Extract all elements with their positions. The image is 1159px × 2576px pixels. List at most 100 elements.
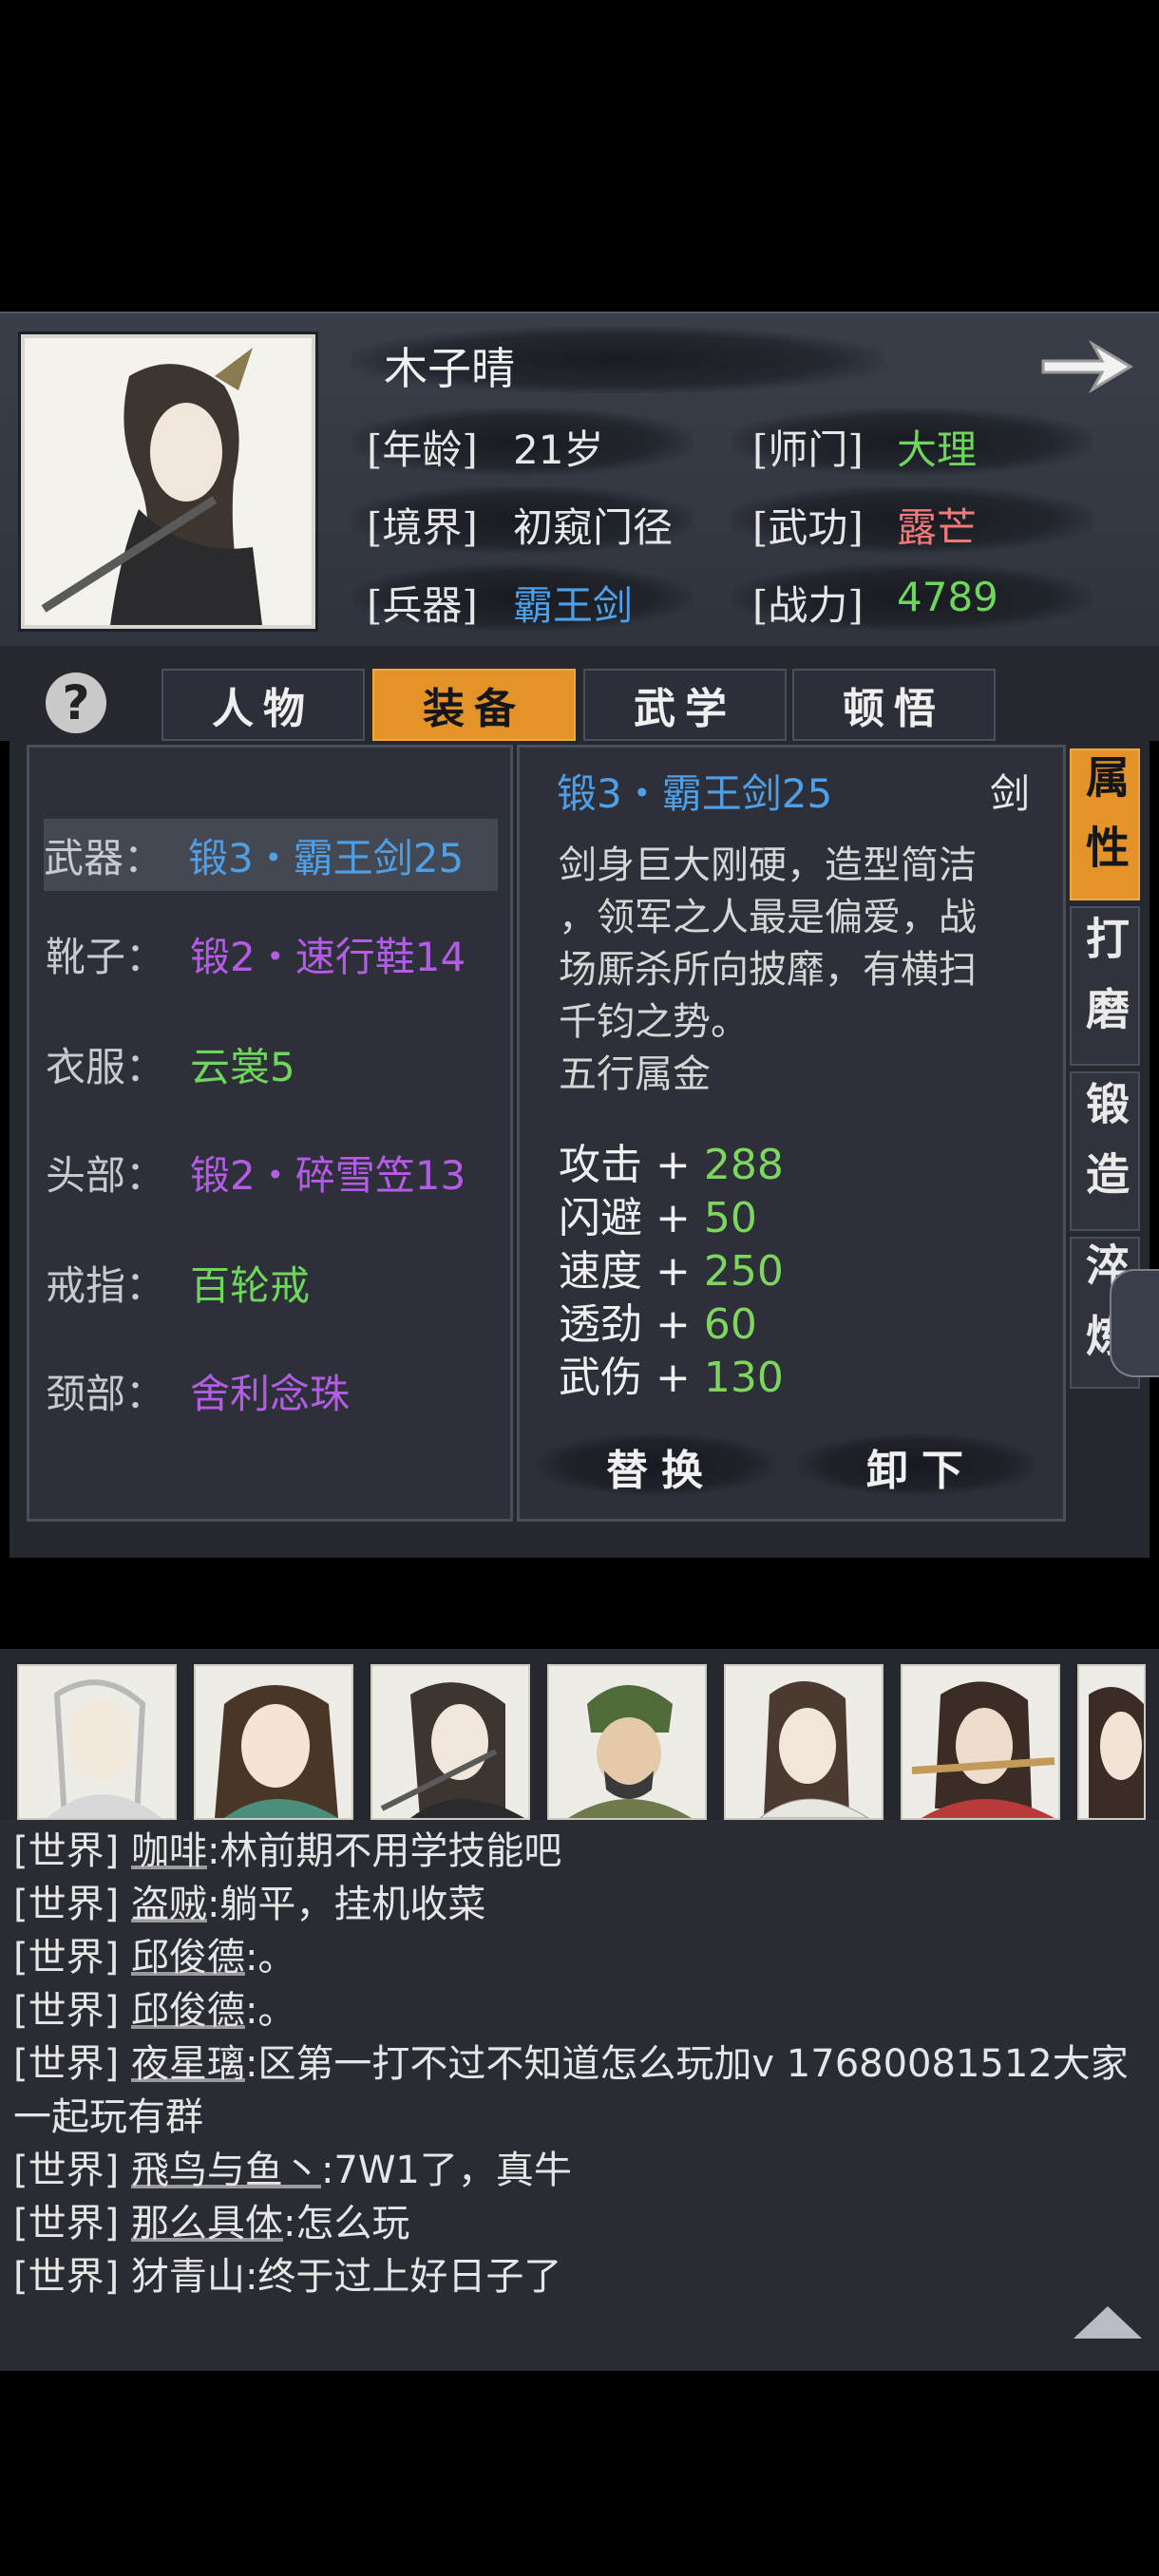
item-title: 锻3・霸王剑25 xyxy=(557,770,833,817)
slot-label: 靴子： xyxy=(46,933,166,980)
stat-evasion: 闪避 + 50 xyxy=(559,1184,757,1244)
slot-label: 头部： xyxy=(46,1151,166,1199)
slot-neck[interactable]: 颈部： 舍利念珠 xyxy=(46,1354,500,1427)
realm-value: 初窥门径 xyxy=(513,504,674,551)
chat-text: :7W1了，真牛 xyxy=(320,2149,572,2192)
slot-item: 舍利念珠 xyxy=(190,1370,351,1417)
slot-label: 戒指： xyxy=(46,1261,166,1309)
chat-message: [世界] 犲青山:终于过上好日子了 xyxy=(13,2245,561,2301)
slot-weapon[interactable]: 武器： 锻3・霸王剑25 xyxy=(44,819,498,891)
sect-value: 大理 xyxy=(897,426,978,473)
chat-message: [世界] 飛鸟与鱼丶:7W1了，真牛 xyxy=(13,2139,572,2194)
tab-equipment[interactable]: 装备 xyxy=(372,669,576,741)
chat-username[interactable]: 飛鸟与鱼丶 xyxy=(131,2149,321,2192)
age-label: [年龄] xyxy=(367,426,478,473)
chat-message: [世界] 盗贼:躺平，挂机收菜 xyxy=(13,1873,485,1928)
weapon-value: 霸王剑 xyxy=(513,582,634,629)
slot-item: 锻2・速行鞋14 xyxy=(190,933,466,980)
stat-value: 50 xyxy=(703,1194,757,1242)
party-avatar[interactable] xyxy=(547,1664,707,1820)
side-tab-label: 锻造 xyxy=(1079,1081,1130,1222)
stat-martial-damage: 武伤 + 130 xyxy=(559,1343,784,1404)
side-tab-attributes[interactable]: 属性 xyxy=(1070,748,1140,900)
stat-name: 透劲 xyxy=(559,1300,642,1349)
floating-widget-icon[interactable] xyxy=(1110,1269,1159,1377)
replace-button[interactable]: 替换 xyxy=(538,1429,785,1505)
chat-text: :怎么玩 xyxy=(282,2202,410,2245)
help-icon[interactable]: ? xyxy=(46,672,106,733)
chat-text: :区第一打不过不知道怎么玩加v 17680081512大家 xyxy=(244,2042,1129,2086)
scroll-up-icon[interactable] xyxy=(1074,2306,1142,2339)
slot-label: 武器： xyxy=(44,834,164,881)
chat-username[interactable]: 那么具体 xyxy=(131,2202,283,2245)
stat-plus: + xyxy=(656,1141,691,1189)
description-line: 剑身巨大刚硬，造型简洁 xyxy=(559,843,977,887)
stat-plus: + xyxy=(656,1194,691,1242)
chat-text: :躺平，挂机收菜 xyxy=(206,1883,486,1926)
chat-text: :终于过上好日子了 xyxy=(244,2255,562,2299)
stat-plus: + xyxy=(656,1300,691,1349)
stat-penetration: 透劲 + 60 xyxy=(559,1290,757,1351)
martial-label: [武功] xyxy=(752,504,864,551)
side-tab-label: 属性 xyxy=(1079,754,1130,895)
chat-channel: [世界] xyxy=(13,1936,120,1979)
chat-message: [世界] 夜星璃:区第一打不过不知道怎么玩加v 17680081512大家 xyxy=(13,2033,1129,2088)
slot-label: 颈部： xyxy=(46,1370,166,1417)
slot-item: 云裳5 xyxy=(190,1043,295,1090)
slot-item: 百轮戒 xyxy=(190,1261,311,1309)
chat-channel: [世界] xyxy=(13,2042,120,2086)
chat-username[interactable]: 夜星璃 xyxy=(131,2042,245,2086)
chat-channel: [世界] xyxy=(13,2149,120,2192)
stat-plus: + xyxy=(656,1247,691,1296)
party-avatar[interactable] xyxy=(370,1664,530,1820)
stat-name: 攻击 xyxy=(559,1141,642,1189)
slot-boots[interactable]: 靴子： 锻2・速行鞋14 xyxy=(46,918,500,990)
party-avatar[interactable] xyxy=(724,1664,884,1820)
item-description: 剑身巨大刚硬，造型简洁 ，领军之人最是偏爱，战 场厮杀所向披靡，有横扫 千钧之势… xyxy=(559,840,1034,1101)
chat-username[interactable]: 咖啡 xyxy=(131,1829,207,1873)
chat-message: [世界] 邱俊德:。 xyxy=(13,1926,295,1981)
slot-clothes[interactable]: 衣服： 云裳5 xyxy=(46,1028,500,1100)
chat-username[interactable]: 邱俊德 xyxy=(131,1936,245,1979)
party-avatar[interactable] xyxy=(17,1664,177,1820)
tab-enlightenment[interactable]: 顿悟 xyxy=(792,669,996,741)
stat-name: 速度 xyxy=(559,1247,642,1296)
chat-channel: [世界] xyxy=(13,1829,120,1873)
weapon-label: [兵器] xyxy=(367,582,478,629)
tab-character[interactable]: 人物 xyxy=(162,669,365,741)
slot-ring[interactable]: 戒指： 百轮戒 xyxy=(46,1246,500,1318)
chat-channel: [世界] xyxy=(13,1883,120,1926)
stat-value: 288 xyxy=(703,1141,784,1189)
character-portrait xyxy=(21,334,315,629)
chat-message-continued: 一起玩有群 xyxy=(13,2086,203,2141)
slot-item: 锻3・霸王剑25 xyxy=(188,834,465,881)
description-line: 千钧之势。 xyxy=(559,1000,749,1044)
chat-message: [世界] 咖啡:林前期不用学技能吧 xyxy=(13,1820,561,1875)
tab-martial-arts[interactable]: 武学 xyxy=(583,669,787,741)
party-avatar[interactable] xyxy=(1077,1664,1146,1820)
party-avatar[interactable] xyxy=(194,1664,353,1820)
chat-channel: [世界] xyxy=(13,1989,120,2033)
martial-value: 露芒 xyxy=(897,504,978,551)
chat-text: :林前期不用学技能吧 xyxy=(206,1829,562,1873)
stat-name: 闪避 xyxy=(559,1194,642,1242)
remove-button[interactable]: 卸下 xyxy=(798,1429,1045,1505)
chat-text: 一起玩有群 xyxy=(13,2095,203,2139)
stat-value: 250 xyxy=(703,1247,784,1296)
party-avatar[interactable] xyxy=(901,1664,1060,1820)
power-value: 4789 xyxy=(897,574,998,620)
description-line: 五行属金 xyxy=(559,1052,711,1096)
slot-head[interactable]: 头部： 锻2・碎雪笠13 xyxy=(46,1136,500,1208)
side-tab-forge[interactable]: 锻造 xyxy=(1070,1071,1140,1231)
age-value: 21岁 xyxy=(513,426,604,473)
chat-username[interactable]: 犲青山 xyxy=(131,2255,245,2299)
side-tab-polish[interactable]: 打磨 xyxy=(1070,906,1140,1066)
sect-label: [师门] xyxy=(752,426,864,473)
chat-text: :。 xyxy=(244,1989,296,2033)
item-type: 剑 xyxy=(990,770,1031,817)
chat-username[interactable]: 邱俊德 xyxy=(131,1989,245,2033)
stat-attack: 攻击 + 288 xyxy=(559,1130,784,1191)
chat-username[interactable]: 盗贼 xyxy=(131,1883,207,1926)
next-arrow-icon[interactable] xyxy=(1036,332,1140,399)
stat-value: 60 xyxy=(703,1300,757,1349)
